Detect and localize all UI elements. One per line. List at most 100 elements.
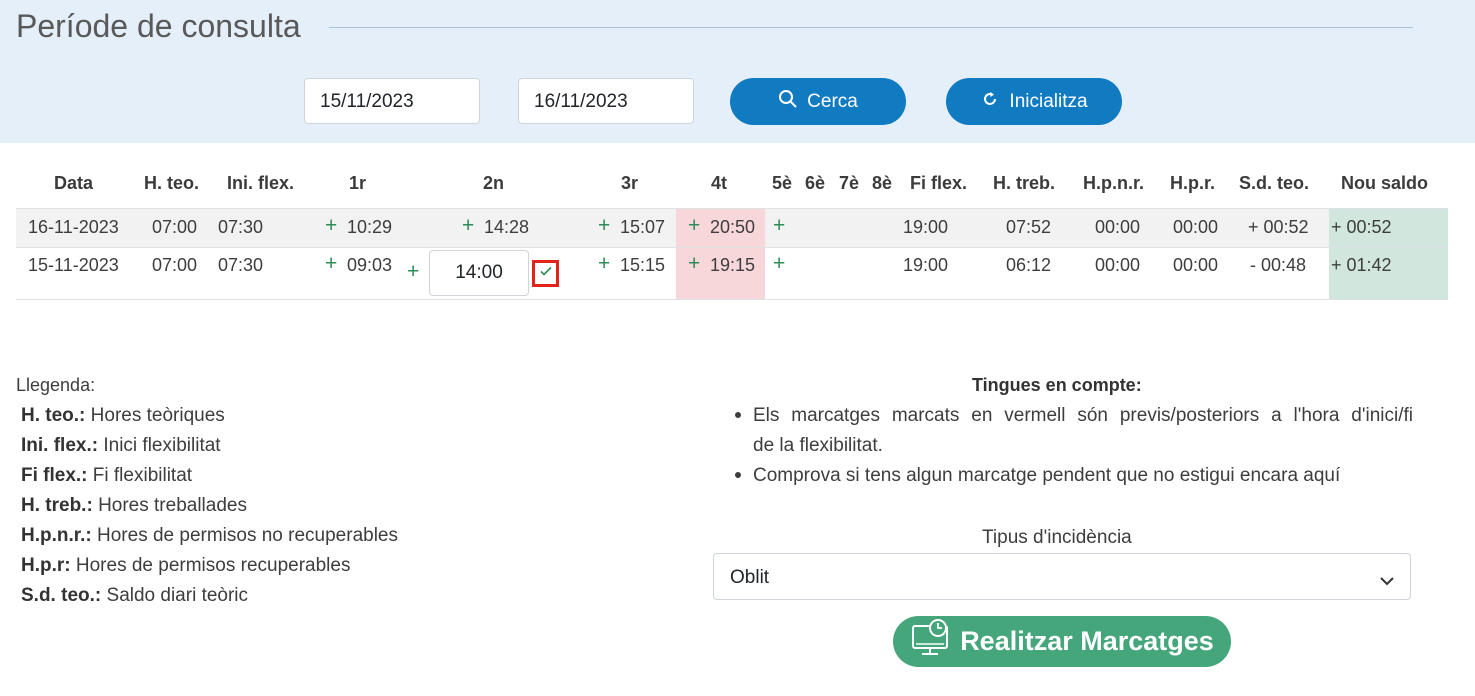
punch-4[interactable]: 19:15: [710, 255, 755, 276]
col-4t: 4t: [711, 173, 728, 193]
cell-nou-saldo: + 01:42: [1331, 255, 1392, 275]
cell-hpnr: 00:00: [1095, 255, 1141, 275]
punch-3[interactable]: 15:07: [620, 217, 665, 238]
legend-desc: Saldo diari teòric: [106, 585, 249, 606]
cell-hpr: 00:00: [1173, 217, 1219, 237]
legend-key: S.d. teo.:: [21, 585, 102, 606]
cell-h-treb: 06:12: [1006, 255, 1052, 275]
add-punch-plus-icon[interactable]: +: [773, 252, 785, 276]
legend-desc: Inici flexibilitat: [103, 435, 221, 456]
col-nou-saldo: Nou saldo: [1341, 173, 1429, 193]
legend-desc: Hores de permisos recuperables: [75, 555, 351, 576]
punch-3[interactable]: 15:15: [620, 255, 665, 276]
note-item: Comprova si tens algun marcatge pendent …: [753, 465, 1341, 486]
note-item-line: Els marcatges marcats en vermell són pre…: [753, 405, 1413, 426]
legend-key: H.p.r:: [21, 555, 71, 576]
bullet-dot: [735, 472, 741, 478]
cell-h-treb: 07:52: [1006, 217, 1052, 237]
legend-item: H. treb.: Hores treballades: [21, 495, 247, 517]
incidence-type-label: Tipus d'incidència: [982, 527, 1132, 548]
col-ini-flex: Ini. flex.: [227, 173, 295, 193]
legend-key: H. treb.:: [21, 495, 93, 516]
legend-key: Fi flex.:: [21, 465, 88, 486]
legend-key: H.p.n.r.:: [21, 525, 92, 546]
add-punch-plus-icon[interactable]: +: [325, 252, 337, 276]
add-punch-plus-icon[interactable]: +: [773, 214, 785, 238]
note-item-line: de la flexibilitat.: [753, 435, 883, 456]
col-1r: 1r: [349, 173, 367, 193]
cell-date: 16-11-2023: [28, 217, 119, 237]
cell-date: 15-11-2023: [28, 255, 119, 275]
incidence-selected-value: Oblit: [730, 567, 770, 588]
col-2n: 2n: [483, 173, 505, 193]
date-to-input[interactable]: 16/11/2023: [518, 78, 694, 124]
col-fi-flex: Fi flex.: [910, 173, 968, 193]
incidence-type-select[interactable]: Oblit: [713, 553, 1411, 600]
notes-title: Tingues en compte:: [972, 375, 1142, 395]
add-punch-plus-icon[interactable]: +: [325, 214, 337, 238]
legend-desc: Hores teòriques: [90, 405, 225, 426]
legend-item: Fi flex.: Fi flexibilitat: [21, 465, 192, 487]
col-3r: 3r: [621, 173, 639, 193]
title-divider: [329, 27, 1413, 28]
monitor-clock-icon: [910, 618, 952, 665]
legend-title: Llegenda:: [16, 375, 96, 395]
cell-ini-flex: 07:30: [218, 255, 264, 275]
chevron-down-icon: [1380, 570, 1394, 592]
legend-desc: Hores de permisos no recuperables: [97, 525, 399, 546]
row-divider: [16, 247, 1448, 248]
search-button[interactable]: Cerca: [730, 78, 906, 125]
cell-hpr: 00:00: [1173, 255, 1219, 275]
add-punch-plus-icon[interactable]: +: [688, 252, 700, 276]
cell-fi-flex: 19:00: [903, 255, 949, 275]
submit-punches-button[interactable]: Realitzar Marcatges: [893, 616, 1231, 667]
cell-hpnr: 00:00: [1095, 217, 1141, 237]
search-button-label: Cerca: [807, 90, 858, 112]
punch-2-time-input[interactable]: 14:00: [429, 250, 529, 296]
cell-nou-saldo: + 00:52: [1331, 217, 1392, 237]
legend-item: H.p.n.r.: Hores de permisos no recuperab…: [21, 525, 398, 547]
add-punch-plus-icon[interactable]: +: [407, 260, 419, 284]
reset-button-label: Inicialitza: [1009, 90, 1088, 112]
col-hpr: H.p.r.: [1170, 173, 1216, 193]
col-6e: 6è: [805, 173, 826, 193]
cell-sd-teo: + 00:52: [1248, 217, 1309, 237]
row-divider: [16, 208, 1448, 209]
check-icon: [539, 264, 553, 283]
legend-item: S.d. teo.: Saldo diari teòric: [21, 585, 248, 607]
punch-2[interactable]: 14:28: [484, 217, 529, 238]
punch-1[interactable]: 10:29: [347, 217, 392, 238]
date-from-input[interactable]: 15/11/2023: [304, 78, 480, 124]
col-5e: 5è: [772, 173, 793, 193]
search-icon: [778, 89, 798, 115]
punch-1[interactable]: 09:03: [347, 255, 392, 276]
legend-item: Ini. flex.: Inici flexibilitat: [21, 435, 221, 457]
add-punch-plus-icon[interactable]: +: [462, 214, 474, 238]
col-h-treb: H. treb.: [993, 173, 1056, 193]
cell-h-teo: 07:00: [152, 255, 198, 275]
col-sd-teo: S.d. teo.: [1239, 173, 1310, 193]
col-data: Data: [54, 173, 94, 193]
col-8e: 8è: [872, 173, 893, 193]
legend-desc: Fi flexibilitat: [92, 465, 193, 486]
submit-punches-label: Realitzar Marcatges: [960, 626, 1214, 656]
col-h-teo: H. teo.: [144, 173, 200, 193]
reset-button[interactable]: Inicialitza: [946, 78, 1122, 125]
cell-fi-flex: 19:00: [903, 217, 949, 237]
legend-desc: Hores treballades: [98, 495, 247, 516]
add-punch-plus-icon[interactable]: +: [688, 214, 700, 238]
cell-h-teo: 07:00: [152, 217, 198, 237]
col-hpnr: H.p.n.r.: [1083, 173, 1145, 193]
punch-4[interactable]: 20:50: [710, 217, 755, 238]
refresh-icon: [980, 89, 1000, 115]
add-punch-plus-icon[interactable]: +: [598, 214, 610, 238]
legend-item: H.p.r: Hores de permisos recuperables: [21, 555, 350, 577]
add-punch-plus-icon[interactable]: +: [598, 252, 610, 276]
confirm-punch-button[interactable]: [532, 260, 559, 287]
cell-ini-flex: 07:30: [218, 217, 264, 237]
row-divider: [16, 299, 1448, 300]
legend-key: Ini. flex.:: [21, 435, 99, 456]
cell-sd-teo: - 00:48: [1250, 255, 1307, 275]
page-title: Període de consulta: [16, 8, 301, 44]
bullet-dot: [735, 412, 741, 418]
